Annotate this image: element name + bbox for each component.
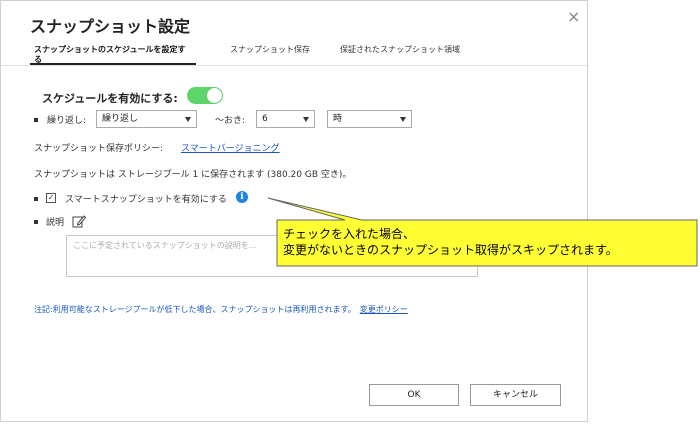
change-policy-link[interactable]: 変更ポリシー xyxy=(360,305,408,314)
dialog-title: スナップショット設定 xyxy=(30,17,191,36)
info-icon[interactable]: i xyxy=(236,191,248,203)
tab-guaranteed-space[interactable]: 保証されたスナップショット領域 xyxy=(340,45,460,55)
chevron-down-icon xyxy=(185,117,191,122)
repeat-select-value: 繰り返し xyxy=(102,114,139,124)
tab-snapshot-retention[interactable]: スナップショット保存 xyxy=(230,45,310,55)
annotation-text: チェックを入れた場合、 変更がないときのスナップショット取得がスキップされます。 xyxy=(283,226,618,258)
edit-icon[interactable] xyxy=(72,214,86,228)
description-label: 説明 xyxy=(46,218,65,228)
chevron-down-icon xyxy=(400,117,406,122)
interval-select[interactable]: 6 xyxy=(256,110,315,128)
repeat-label: 繰り返し: xyxy=(47,116,87,126)
bullet-icon xyxy=(34,118,38,122)
bullet-icon xyxy=(34,197,38,201)
interval-select-value: 6 xyxy=(262,114,268,124)
schedule-toggle[interactable] xyxy=(187,87,223,104)
every-label: ～おき: xyxy=(215,116,246,126)
schedule-enable-label: スケジュールを有効にする: xyxy=(42,92,178,105)
unit-select-value: 時 xyxy=(333,114,343,124)
cancel-button[interactable]: キャンセル xyxy=(470,384,561,406)
tab-schedule[interactable]: スナップショットのスケジュールを設定す る xyxy=(34,45,185,65)
footer-note: 注記:利用可能なストレージプールが低下した場合、スナップショットは再利用されます… xyxy=(34,304,408,315)
tab-divider xyxy=(1,65,589,66)
smart-versioning-link[interactable]: スマートバージョニング xyxy=(181,141,280,154)
tab-schedule-label-line1: スナップショットのスケジュールを設定す xyxy=(34,45,186,54)
smart-snapshot-checkbox[interactable]: ✓ xyxy=(46,193,56,203)
unit-select[interactable]: 時 xyxy=(327,110,412,128)
annotation-line1: チェックを入れた場合、 xyxy=(283,227,416,241)
annotation-line2: 変更がないときのスナップショット取得がスキップされます。 xyxy=(283,243,618,257)
close-icon[interactable]: × xyxy=(567,7,580,26)
chevron-down-icon xyxy=(303,117,309,122)
dialog-window: スナップショット設定 × スナップショットのスケジュールを設定す る スナップシ… xyxy=(0,0,589,422)
retention-policy-label: スナップショット保存ポリシー: xyxy=(34,144,164,154)
ok-button[interactable]: OK xyxy=(369,384,459,406)
bullet-icon xyxy=(34,220,38,224)
storage-note: スナップショットは ストレージプール 1 に保存されます (380.20 GB … xyxy=(34,170,352,180)
repeat-select[interactable]: 繰り返し xyxy=(96,110,197,128)
toggle-knob xyxy=(207,88,222,103)
smart-snapshot-label: スマートスナップショットを有効にする xyxy=(65,195,227,205)
footer-note-text: 注記:利用可能なストレージプールが低下した場合、スナップショットは再利用されます… xyxy=(34,305,356,314)
